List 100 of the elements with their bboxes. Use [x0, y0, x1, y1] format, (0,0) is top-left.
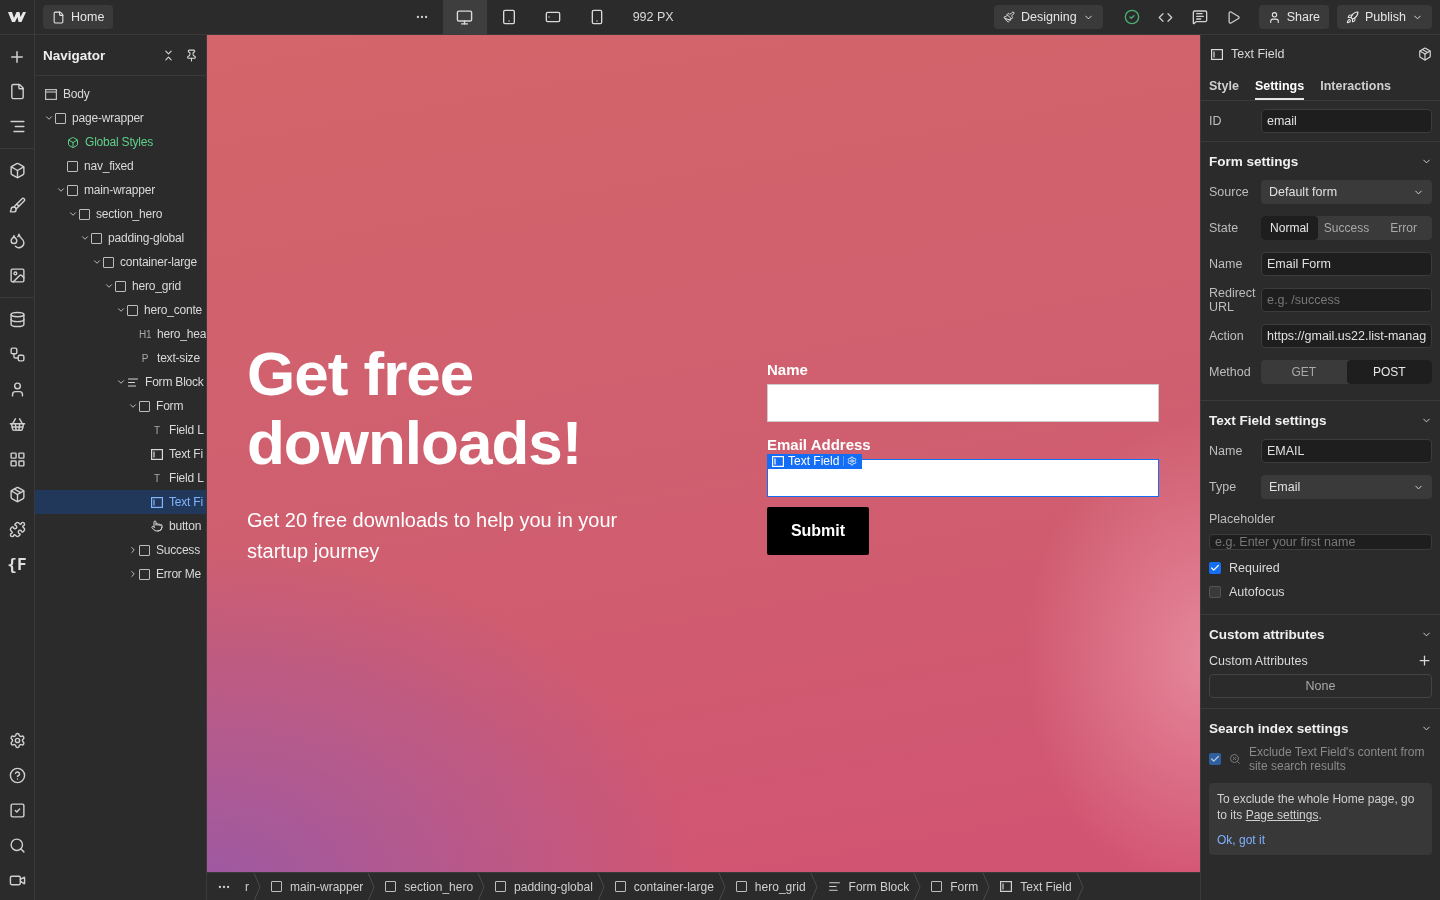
crumb-separator [477, 872, 486, 900]
navigator-item[interactable]: Form [35, 394, 206, 418]
select-field[interactable]: Default form [1261, 180, 1432, 204]
tag-label: T [153, 472, 161, 484]
navigator-item[interactable]: Global Styles [35, 130, 206, 154]
breadcrumb-item[interactable]: Text Field [990, 872, 1076, 900]
navigator-item[interactable]: H1 hero_hea [35, 322, 206, 346]
body-icon [45, 88, 57, 100]
device-button[interactable] [442, 0, 487, 35]
section-title: Search index settings [1209, 720, 1349, 736]
box-icon [495, 881, 507, 892]
breadcrumb-item[interactable]: container-large [604, 872, 718, 900]
navigator-item[interactable]: Form Block [35, 370, 206, 394]
crumb-separator [913, 872, 922, 900]
play-icon [1226, 9, 1242, 25]
panel-title: Navigator [43, 47, 107, 63]
navigator-item[interactable]: container-large [35, 250, 206, 274]
page-button[interactable]: Home [43, 5, 114, 29]
panel-tab[interactable]: Settings [1254, 73, 1305, 100]
select-field[interactable]: Email [1261, 475, 1432, 499]
navigator-item[interactable]: page-wrapper [35, 106, 206, 130]
navigator-item[interactable]: hero_grid [35, 274, 206, 298]
checkbox[interactable] [1209, 562, 1221, 574]
file-icon [8, 83, 26, 100]
publish-button[interactable]: Publish [1337, 5, 1432, 29]
tag-label: T [153, 424, 161, 436]
mode-button[interactable]: Designing [994, 5, 1103, 29]
panel-tab[interactable]: Style [1209, 73, 1239, 100]
navigator-item[interactable]: main-wrapper [35, 178, 206, 202]
navigator-item[interactable]: T Field L [35, 418, 206, 442]
navigator-item[interactable]: padding-global [35, 226, 206, 250]
text-field-icon [772, 455, 784, 467]
breadcrumb-item[interactable]: padding-global [485, 872, 597, 900]
input-field[interactable]: Email Form [1261, 252, 1432, 276]
breadcrumb-item[interactable]: main-wrapper [261, 872, 368, 900]
email-input[interactable] [767, 458, 1159, 497]
basket-icon [8, 416, 26, 433]
navigator-item[interactable]: nav_fixed [35, 154, 206, 178]
tag-label: H1 [139, 328, 151, 340]
input-field[interactable]: email [1261, 109, 1432, 133]
navigator-item[interactable]: Text Fi [35, 442, 206, 466]
collapse-icon[interactable] [162, 48, 175, 62]
desktop-icon [456, 8, 474, 26]
settings-icon [8, 732, 26, 749]
box-icon [271, 881, 282, 892]
navigator-item[interactable]: Body [35, 82, 206, 106]
breadcrumb-item[interactable]: section_hero [375, 872, 478, 900]
breadcrumb-item[interactable]: Form [921, 872, 983, 900]
box-icon [139, 568, 150, 580]
box-icon [139, 400, 150, 412]
segment-button[interactable]: POST [1346, 360, 1432, 384]
navigator-item[interactable]: hero_conte [35, 298, 206, 322]
selection-tooltip[interactable]: Text Field [767, 453, 863, 469]
navigator-item[interactable]: Success [35, 538, 206, 562]
share-button[interactable]: Share [1258, 5, 1329, 29]
box-icon [385, 881, 397, 892]
comment-icon [1191, 9, 1208, 25]
input-field[interactable]: EMAIL [1261, 439, 1432, 463]
navigator-item[interactable]: Text Fi [35, 490, 206, 514]
file-icon [52, 10, 65, 24]
navigator-item[interactable]: Error Me [35, 562, 206, 586]
crumb-separator [253, 872, 261, 900]
box-icon [115, 280, 126, 292]
help-icon [8, 767, 26, 784]
add-icon[interactable] [1417, 653, 1432, 668]
checkbox[interactable] [1209, 753, 1221, 765]
breadcrumb-item[interactable]: r [235, 872, 253, 900]
field-label: Name [1209, 257, 1244, 271]
search-icon [8, 837, 26, 854]
input-field[interactable]: e.g. /success [1261, 288, 1432, 312]
section-title: Form settings [1209, 153, 1299, 169]
hero-heading: Get free downloads! [247, 340, 583, 477]
crumb-separator [367, 872, 376, 900]
segment-button[interactable]: Error [1375, 216, 1432, 240]
box-icon [614, 881, 626, 892]
breadcrumb-item[interactable]: hero_grid [725, 872, 810, 900]
hero-subtitle: Get 20 free downloads to help you in your startup journey [247, 507, 619, 564]
panel-tab[interactable]: Interactions [1320, 73, 1392, 100]
canvas-width: 992 PX [632, 10, 674, 24]
app-button[interactable]: {F [0, 547, 34, 582]
check-square-icon [8, 802, 26, 819]
segment-button[interactable]: Normal [1261, 216, 1318, 240]
checkbox[interactable] [1209, 586, 1221, 598]
crumb-separator [809, 872, 818, 900]
field-label: Placeholder [1209, 511, 1275, 527]
dismiss-link[interactable]: Ok, got it [1217, 833, 1424, 847]
navigator-item[interactable]: P text-size [35, 346, 206, 370]
input-field[interactable]: e.g. Enter your first name [1209, 534, 1432, 550]
pin-icon[interactable] [185, 48, 198, 62]
segment-button[interactable]: GET [1261, 360, 1347, 384]
field-label: Action [1209, 329, 1245, 343]
name-input[interactable] [767, 383, 1159, 422]
navigator-item[interactable]: T Field L [35, 466, 206, 490]
segment-button[interactable]: Success [1317, 216, 1376, 240]
input-field[interactable]: https://gmail.us22.list-manag [1261, 324, 1432, 348]
navigator-item[interactable]: button [35, 514, 206, 538]
breadcrumb-item[interactable]: Form Block [817, 872, 914, 900]
submit-button[interactable]: Submit [767, 506, 869, 555]
grid-icon [8, 451, 26, 468]
navigator-item[interactable]: section_hero [35, 202, 206, 226]
